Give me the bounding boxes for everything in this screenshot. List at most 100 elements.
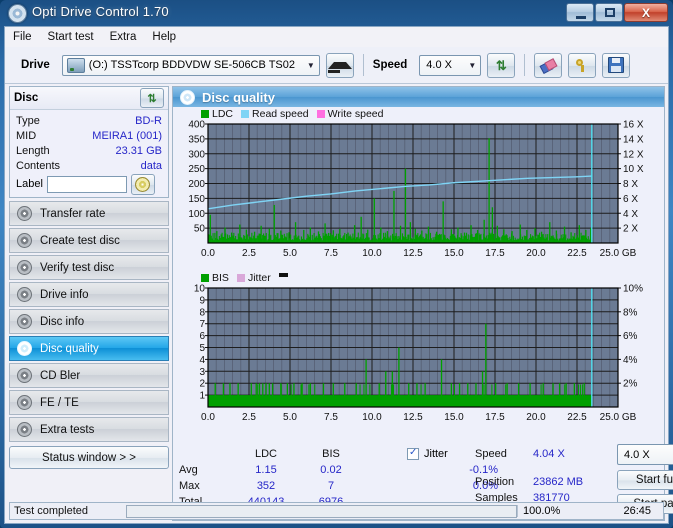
maximize-button[interactable]	[595, 3, 623, 22]
sidebar-item-label: Verify test disc	[40, 262, 114, 274]
jitter-marker-icon	[279, 273, 288, 277]
test-speed-select[interactable]: 4.0 X ▼	[617, 444, 673, 465]
chevron-down-icon: ▼	[303, 61, 319, 70]
speed-select-value: 4.0 X	[426, 59, 452, 71]
settings-button[interactable]	[568, 53, 596, 78]
sidebar: Disc ⇅ Type BD-R MID MEIRA1 (001) Length…	[9, 86, 169, 521]
stats-row-label-avg: Avg	[179, 462, 231, 478]
eject-button[interactable]	[326, 53, 354, 78]
sidebar-item-label: CD Bler	[40, 370, 80, 382]
svg-text:1: 1	[199, 391, 205, 402]
progress-bar	[126, 505, 517, 518]
content-split: Disc ⇅ Type BD-R MID MEIRA1 (001) Length…	[5, 84, 668, 523]
disc-panel-title: Disc	[14, 92, 38, 104]
disc-icon	[17, 314, 32, 329]
clear-button[interactable]	[534, 53, 562, 78]
disc-icon	[17, 233, 32, 248]
svg-text:0.0: 0.0	[201, 412, 215, 423]
sidebar-item-fe-te[interactable]: FE / TE	[9, 390, 169, 415]
disc-row-key: Length	[16, 145, 50, 157]
svg-text:300: 300	[188, 149, 205, 160]
disc-icon	[17, 260, 32, 275]
svg-text:7.5: 7.5	[324, 248, 338, 259]
disc-row-key: MID	[16, 130, 36, 142]
close-button[interactable]: X	[624, 3, 668, 22]
sidebar-item-label: Extra tests	[40, 424, 94, 436]
stats-header-ldc: LDC	[231, 446, 301, 462]
legend-item-bis: BIS	[201, 272, 229, 284]
sidebar-item-drive-info[interactable]: Drive info	[9, 282, 169, 307]
start-full-button[interactable]: Start full	[617, 470, 673, 490]
svg-text:2%: 2%	[623, 379, 638, 390]
menu-item-extra[interactable]: Extra	[110, 31, 137, 43]
svg-text:5.0: 5.0	[283, 248, 297, 259]
svg-text:2: 2	[199, 379, 205, 390]
svg-text:350: 350	[188, 134, 205, 145]
legend-label: BIS	[212, 272, 229, 284]
save-icon	[608, 57, 624, 73]
save-button[interactable]	[602, 53, 630, 78]
status-window-button[interactable]: Status window > >	[9, 446, 169, 469]
sidebar-item-disc-info[interactable]: Disc info	[9, 309, 169, 334]
sidebar-item-transfer-rate[interactable]: Transfer rate	[9, 201, 169, 226]
speed-select[interactable]: 4.0 X ▼	[419, 55, 481, 76]
chart-legend-bottom: BIS Jitter	[173, 271, 664, 284]
disc-panel: Disc ⇅ Type BD-R MID MEIRA1 (001) Length…	[9, 86, 169, 198]
refresh-button[interactable]: ⇅	[487, 53, 515, 78]
sidebar-item-disc-quality[interactable]: Disc quality	[9, 336, 169, 361]
chart-legend-top: LDC Read speed Write speed	[173, 107, 664, 120]
svg-text:400: 400	[188, 120, 205, 131]
svg-text:4: 4	[199, 355, 205, 366]
sidebar-item-label: FE / TE	[40, 397, 79, 409]
svg-text:2.5: 2.5	[242, 248, 256, 259]
svg-text:12.5: 12.5	[403, 412, 423, 423]
disc-row-type: Type BD-R	[10, 113, 168, 128]
window-title: Opti Drive Control 1.70	[32, 4, 169, 19]
menu-item-file[interactable]: File	[13, 31, 32, 43]
toolbar: Drive (O:) TSSTcorp BDDVDW SE-506CB TS02…	[5, 47, 668, 84]
menu-bar: File Start test Extra Help	[5, 27, 668, 47]
svg-text:6: 6	[199, 331, 205, 342]
disc-label-input[interactable]	[47, 176, 127, 193]
svg-text:8 X: 8 X	[623, 179, 638, 190]
sidebar-item-verify-test-disc[interactable]: Verify test disc	[9, 255, 169, 280]
disc-row-value: BD-R	[135, 115, 162, 127]
svg-text:3: 3	[199, 367, 205, 378]
page-title: Disc quality	[202, 90, 275, 105]
svg-text:17.5: 17.5	[485, 248, 505, 259]
svg-text:9: 9	[199, 295, 205, 306]
toolbar-divider	[363, 54, 364, 76]
sidebar-item-cd-bler[interactable]: CD Bler	[9, 363, 169, 388]
svg-text:8%: 8%	[623, 307, 638, 318]
menu-item-start-test[interactable]: Start test	[48, 31, 94, 43]
svg-text:14 X: 14 X	[623, 134, 644, 145]
disc-icon	[17, 395, 32, 410]
app-window: Opti Drive Control 1.70 X File Start tes…	[0, 0, 673, 528]
window-controls: X	[566, 3, 668, 22]
eject-icon	[328, 62, 352, 69]
svg-text:8: 8	[199, 307, 205, 318]
disc-row-key: Type	[16, 115, 40, 127]
drive-select[interactable]: (O:) TSSTcorp BDDVDW SE-506CB TS02 ▼	[62, 55, 320, 76]
disc-label-button[interactable]	[131, 174, 155, 195]
menu-item-help[interactable]: Help	[152, 31, 176, 43]
svg-text:10%: 10%	[623, 284, 643, 295]
stats-header-bis: BIS	[301, 446, 361, 462]
svg-text:4%: 4%	[623, 355, 638, 366]
disc-row-mid: MID MEIRA1 (001)	[10, 128, 168, 143]
jitter-checkbox[interactable]	[407, 448, 419, 460]
disc-icon	[17, 287, 32, 302]
sidebar-nav: Transfer rate Create test disc Verify te…	[9, 201, 169, 442]
stats-avg-ldc: 1.15	[231, 462, 301, 478]
minimize-button[interactable]	[566, 3, 594, 22]
disc-refresh-button[interactable]: ⇅	[140, 88, 164, 108]
sidebar-item-label: Create test disc	[40, 235, 120, 247]
sidebar-item-create-test-disc[interactable]: Create test disc	[9, 228, 169, 253]
sidebar-item-extra-tests[interactable]: Extra tests	[9, 417, 169, 442]
svg-text:4 X: 4 X	[623, 209, 638, 220]
disc-icon	[17, 368, 32, 383]
legend-item-jitter: Jitter	[237, 272, 271, 284]
svg-text:10: 10	[194, 284, 206, 295]
cd-disc-icon	[135, 177, 150, 192]
close-icon: X	[642, 6, 650, 20]
